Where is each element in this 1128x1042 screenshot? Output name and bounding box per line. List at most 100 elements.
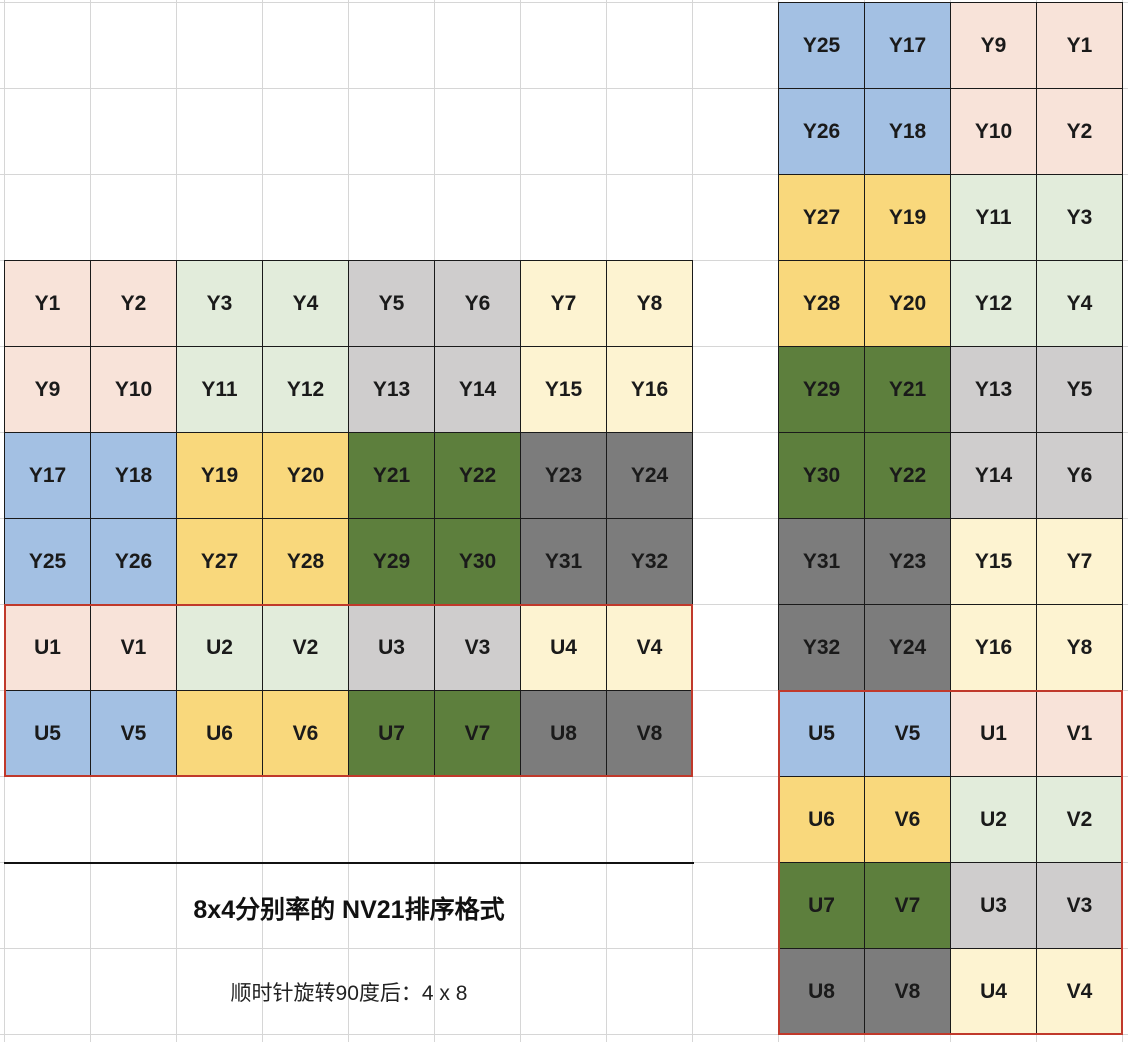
rotated-cell-y12: Y12 xyxy=(950,260,1037,347)
rotated-cell-v5: V5 xyxy=(864,690,951,777)
rotated-cell-u6: U6 xyxy=(778,776,865,863)
original-cell-y29: Y29 xyxy=(348,518,435,605)
rotated-cell-y16: Y16 xyxy=(950,604,1037,691)
original-cell-y14: Y14 xyxy=(434,346,521,433)
rotated-cell-y22: Y22 xyxy=(864,432,951,519)
rotated-cell-y1: Y1 xyxy=(1036,2,1123,89)
rotated-cell-y5: Y5 xyxy=(1036,346,1123,433)
original-cell-y21: Y21 xyxy=(348,432,435,519)
rotated-cell-y15: Y15 xyxy=(950,518,1037,605)
rotated-cell-y11: Y11 xyxy=(950,174,1037,261)
original-cell-y6: Y6 xyxy=(434,260,521,347)
original-cell-y31: Y31 xyxy=(520,518,607,605)
original-cell-y23: Y23 xyxy=(520,432,607,519)
rotated-cell-y19: Y19 xyxy=(864,174,951,261)
rotated-cell-v4: V4 xyxy=(1036,948,1123,1035)
original-cell-u4: U4 xyxy=(520,604,607,691)
original-cell-v2: V2 xyxy=(262,604,349,691)
rotated-cell-v7: V7 xyxy=(864,862,951,949)
rotated-cell-y7: Y7 xyxy=(1036,518,1123,605)
original-cell-u3: U3 xyxy=(348,604,435,691)
original-cell-y20: Y20 xyxy=(262,432,349,519)
rotated-cell-v8: V8 xyxy=(864,948,951,1035)
original-cell-y4: Y4 xyxy=(262,260,349,347)
rotated-cell-v3: V3 xyxy=(1036,862,1123,949)
original-cell-v4: V4 xyxy=(606,604,693,691)
rotated-cell-y27: Y27 xyxy=(778,174,865,261)
original-cell-y13: Y13 xyxy=(348,346,435,433)
rotated-cell-u7: U7 xyxy=(778,862,865,949)
rotated-cell-y31: Y31 xyxy=(778,518,865,605)
rotated-cell-u4: U4 xyxy=(950,948,1037,1035)
rotated-cell-y9: Y9 xyxy=(950,2,1037,89)
original-cell-y28: Y28 xyxy=(262,518,349,605)
spreadsheet-canvas: Y1 Y2 Y3 Y4 Y5 Y6 Y7 Y8 Y9 Y10 Y11 Y12 Y13 Y14 Y15 Y16 Y… xyxy=(0,0,1128,1042)
original-cell-y15: Y15 xyxy=(520,346,607,433)
rotated-cell-u3: U3 xyxy=(950,862,1037,949)
original-cell-v1: V1 xyxy=(90,604,177,691)
original-cell-v8: V8 xyxy=(606,690,693,777)
caption-subtitle: 顺时针旋转90度后：4 x 8 xyxy=(230,982,468,1005)
original-cell-v5: V5 xyxy=(90,690,177,777)
rotated-cell-y6: Y6 xyxy=(1036,432,1123,519)
original-cell-y32: Y32 xyxy=(606,518,693,605)
rotated-cell-v2: V2 xyxy=(1036,776,1123,863)
rotated-cell-v6: V6 xyxy=(864,776,951,863)
rotated-cell-y24: Y24 xyxy=(864,604,951,691)
rotated-cell-y10: Y10 xyxy=(950,88,1037,175)
rotated-cell-y30: Y30 xyxy=(778,432,865,519)
rotated-cell-y2: Y2 xyxy=(1036,88,1123,175)
original-cell-v7: V7 xyxy=(434,690,521,777)
rotated-cell-y29: Y29 xyxy=(778,346,865,433)
rotated-cell-y17: Y17 xyxy=(864,2,951,89)
rotated-cell-y8: Y8 xyxy=(1036,604,1123,691)
rotated-cell-u1: U1 xyxy=(950,690,1037,777)
rotated-cell-y21: Y21 xyxy=(864,346,951,433)
original-cell-y2: Y2 xyxy=(90,260,177,347)
original-cell-u6: U6 xyxy=(176,690,263,777)
original-cell-u7: U7 xyxy=(348,690,435,777)
original-cell-y10: Y10 xyxy=(90,346,177,433)
caption-title: 8x4分别率的 NV21排序格式 xyxy=(193,896,505,924)
rotated-cell-u2: U2 xyxy=(950,776,1037,863)
rotated-cell-y14: Y14 xyxy=(950,432,1037,519)
original-cell-y8: Y8 xyxy=(606,260,693,347)
rotated-cell-y26: Y26 xyxy=(778,88,865,175)
original-cell-y7: Y7 xyxy=(520,260,607,347)
original-cell-y18: Y18 xyxy=(90,432,177,519)
original-cell-y25: Y25 xyxy=(4,518,91,605)
rotated-cell-y23: Y23 xyxy=(864,518,951,605)
original-cell-u5: U5 xyxy=(4,690,91,777)
rotated-cell-y28: Y28 xyxy=(778,260,865,347)
original-cell-y24: Y24 xyxy=(606,432,693,519)
original-cell-u1: U1 xyxy=(4,604,91,691)
rotated-cell-v1: V1 xyxy=(1036,690,1123,777)
original-cell-y3: Y3 xyxy=(176,260,263,347)
rotated-cell-y18: Y18 xyxy=(864,88,951,175)
rotated-cell-y4: Y4 xyxy=(1036,260,1123,347)
rotated-cell-u5: U5 xyxy=(778,690,865,777)
original-cell-v3: V3 xyxy=(434,604,521,691)
original-cell-y22: Y22 xyxy=(434,432,521,519)
original-cell-y27: Y27 xyxy=(176,518,263,605)
rotated-cell-y20: Y20 xyxy=(864,260,951,347)
original-cell-y16: Y16 xyxy=(606,346,693,433)
original-cell-y9: Y9 xyxy=(4,346,91,433)
rotated-cell-y25: Y25 xyxy=(778,2,865,89)
original-cell-y26: Y26 xyxy=(90,518,177,605)
original-cell-y11: Y11 xyxy=(176,346,263,433)
caption-divider xyxy=(4,862,694,864)
original-cell-y19: Y19 xyxy=(176,432,263,519)
original-cell-y30: Y30 xyxy=(434,518,521,605)
original-cell-y17: Y17 xyxy=(4,432,91,519)
original-cell-v6: V6 xyxy=(262,690,349,777)
rotated-cell-y13: Y13 xyxy=(950,346,1037,433)
original-cell-u8: U8 xyxy=(520,690,607,777)
rotated-cell-u8: U8 xyxy=(778,948,865,1035)
original-cell-u2: U2 xyxy=(176,604,263,691)
rotated-cell-y3: Y3 xyxy=(1036,174,1123,261)
rotated-cell-y32: Y32 xyxy=(778,604,865,691)
original-cell-y12: Y12 xyxy=(262,346,349,433)
original-cell-y5: Y5 xyxy=(348,260,435,347)
original-cell-y1: Y1 xyxy=(4,260,91,347)
